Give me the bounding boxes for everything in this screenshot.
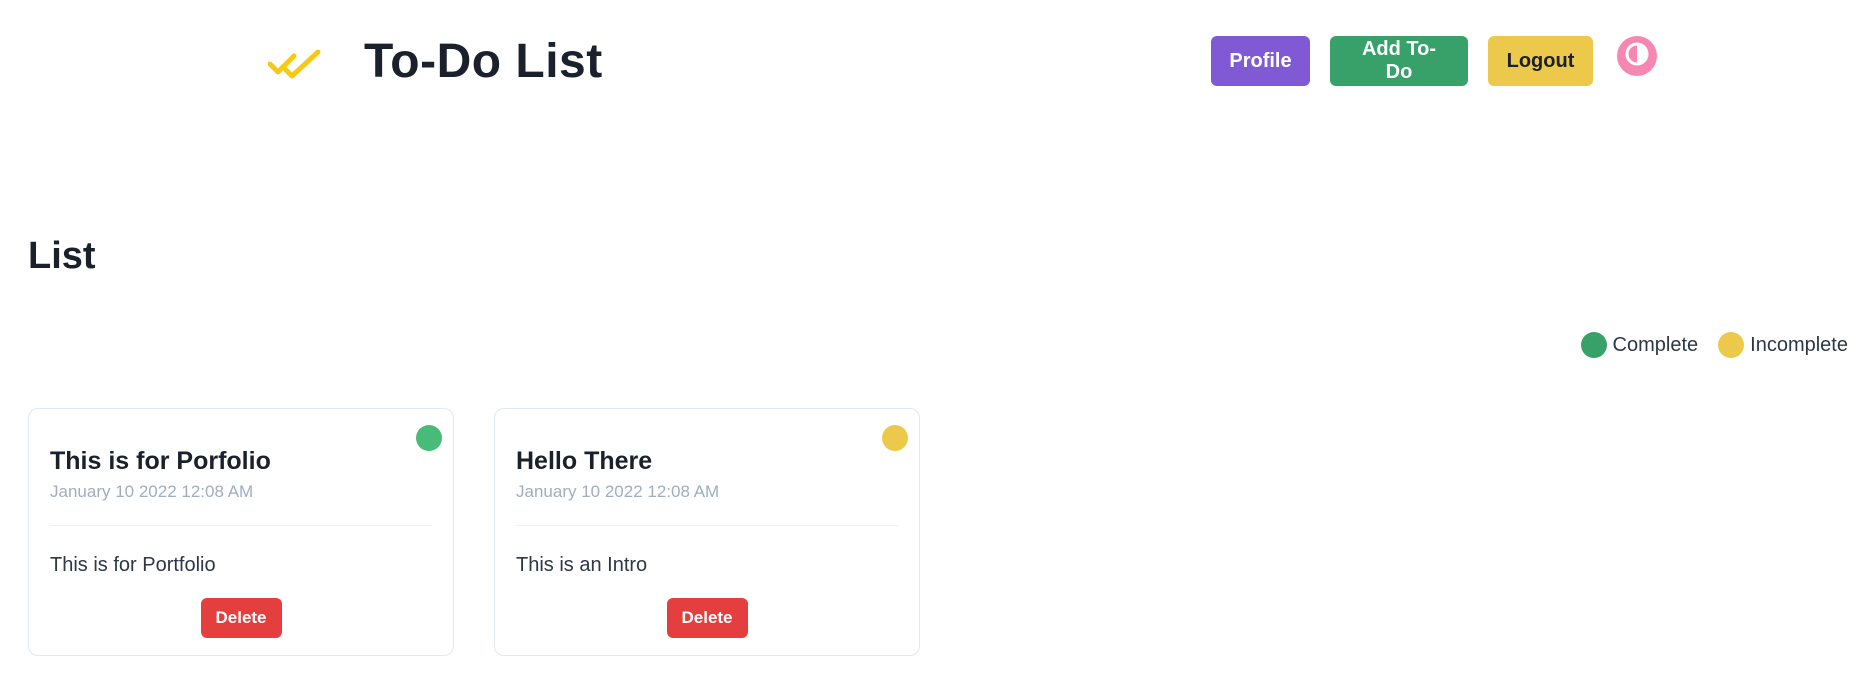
todo-date: January 10 2022 12:08 AM xyxy=(516,482,720,501)
status-legend: Complete Incomplete xyxy=(1580,332,1848,358)
list-heading: List xyxy=(28,235,96,277)
incomplete-dot-icon xyxy=(1718,332,1745,358)
card-actions: Delete xyxy=(516,598,898,638)
todo-card-list: This is for Porfolio January 10 2022 12:… xyxy=(28,408,920,656)
todo-date: January 10 2022 12:08 AM xyxy=(50,482,254,501)
card-actions: Delete xyxy=(50,598,432,638)
legend-item-complete: Complete xyxy=(1580,332,1699,358)
todo-description: This is for Portfolio xyxy=(50,554,216,576)
legend-item-incomplete: Incomplete xyxy=(1718,332,1848,358)
card-divider xyxy=(50,525,432,526)
card-divider xyxy=(516,525,898,526)
status-incomplete-dot-icon xyxy=(882,425,908,451)
app-title: To-Do List xyxy=(364,35,603,88)
app-header: To-Do List Profile Add To-Do Logout xyxy=(0,0,1860,120)
legend-label: Complete xyxy=(1612,333,1699,356)
status-complete-dot-icon xyxy=(416,425,442,451)
half-circle-contrast-icon xyxy=(1624,41,1650,72)
header-nav: Profile Add To-Do Logout xyxy=(1211,36,1657,86)
add-todo-button[interactable]: Add To-Do xyxy=(1330,36,1468,86)
todo-description: This is an Intro xyxy=(516,554,648,576)
theme-toggle-button[interactable] xyxy=(1617,36,1657,76)
profile-button[interactable]: Profile xyxy=(1211,36,1310,86)
todo-title: Hello There xyxy=(516,447,653,475)
todo-title: This is for Porfolio xyxy=(50,447,271,475)
complete-dot-icon xyxy=(1580,332,1607,358)
delete-button[interactable]: Delete xyxy=(666,598,748,638)
todo-card: This is for Porfolio January 10 2022 12:… xyxy=(28,408,454,656)
logout-button[interactable]: Logout xyxy=(1488,36,1593,86)
todo-card: Hello There January 10 2022 12:08 AM Thi… xyxy=(494,408,920,656)
legend-label: Incomplete xyxy=(1750,333,1848,356)
double-check-icon xyxy=(267,42,324,82)
delete-button[interactable]: Delete xyxy=(200,598,282,638)
